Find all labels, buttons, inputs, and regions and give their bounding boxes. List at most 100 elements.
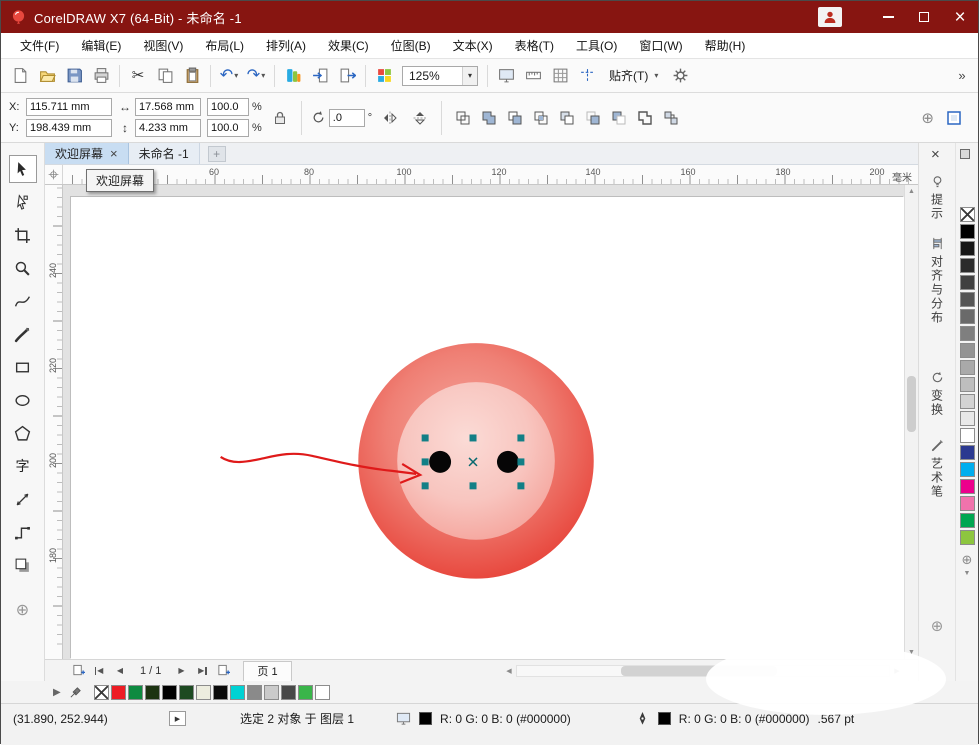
palette-swatch[interactable] bbox=[959, 241, 975, 256]
rotation-angle-input[interactable] bbox=[328, 108, 365, 127]
doc-palette-flyout-icon[interactable]: ▶ bbox=[53, 687, 61, 698]
docker-tab-hints[interactable]: 提示 bbox=[929, 175, 946, 221]
palette-add-color-button[interactable]: ⊕ bbox=[962, 552, 973, 568]
previous-page-button[interactable]: ◀ bbox=[111, 662, 129, 680]
palette-scroll-down-icon[interactable]: ▼ bbox=[964, 570, 971, 577]
outline-pen-icon[interactable] bbox=[635, 711, 650, 726]
artistic-media-tool[interactable] bbox=[9, 320, 37, 348]
horizontal-scrollbar[interactable]: ◀ ▶ bbox=[502, 664, 904, 677]
tab-untitled-1[interactable]: 未命名 -1 bbox=[128, 143, 200, 164]
doc-palette-swatch[interactable] bbox=[110, 684, 126, 700]
quick-customize-button[interactable]: ⊕ bbox=[921, 109, 934, 127]
text-tool[interactable]: 字 bbox=[9, 452, 37, 480]
status-flyout-button[interactable]: ▶ bbox=[169, 711, 186, 726]
paste-button[interactable] bbox=[179, 63, 205, 89]
show-guidelines-button[interactable] bbox=[574, 63, 600, 89]
combine-button[interactable] bbox=[451, 106, 475, 130]
mirror-horizontal-button[interactable] bbox=[378, 106, 402, 130]
palette-swatch[interactable] bbox=[959, 275, 975, 290]
palette-swatch[interactable] bbox=[959, 445, 975, 460]
y-position-input[interactable] bbox=[26, 119, 112, 137]
straight-line-connector-tool[interactable] bbox=[9, 518, 37, 546]
object-width-input[interactable] bbox=[135, 98, 201, 116]
menu-window[interactable]: 窗口(W) bbox=[628, 33, 693, 58]
undo-button[interactable]: ↶ ▾ bbox=[216, 63, 242, 89]
doc-palette-swatch[interactable] bbox=[178, 684, 194, 700]
parallel-dimension-tool[interactable] bbox=[9, 485, 37, 513]
x-position-input[interactable] bbox=[26, 98, 112, 116]
lock-ratio-button[interactable] bbox=[268, 106, 292, 130]
tab-close-icon[interactable]: × bbox=[110, 147, 118, 160]
menu-layout[interactable]: 布局(L) bbox=[194, 33, 255, 58]
tab-welcome-screen[interactable]: 欢迎屏幕 × bbox=[45, 143, 129, 164]
palette-swatch[interactable] bbox=[959, 360, 975, 375]
palette-swatch[interactable] bbox=[959, 496, 975, 511]
ellipse-tool[interactable] bbox=[9, 386, 37, 414]
doc-palette-swatch[interactable] bbox=[297, 684, 313, 700]
mirror-vertical-button[interactable] bbox=[408, 106, 432, 130]
menu-tools[interactable]: 工具(O) bbox=[565, 33, 628, 58]
group-button[interactable] bbox=[659, 106, 683, 130]
horizontal-scrollbar-thumb[interactable] bbox=[621, 665, 778, 676]
doc-palette-swatch[interactable] bbox=[229, 684, 245, 700]
palette-swatch[interactable] bbox=[959, 394, 975, 409]
show-rulers-button[interactable] bbox=[520, 63, 546, 89]
weld-button[interactable] bbox=[477, 106, 501, 130]
import-button[interactable] bbox=[307, 63, 333, 89]
polygon-tool[interactable] bbox=[9, 419, 37, 447]
horizontal-ruler[interactable]: 60 80 100 120 140 160 180 200 毫米 bbox=[63, 165, 918, 184]
palette-swatch[interactable] bbox=[959, 258, 975, 273]
drop-shadow-tool[interactable] bbox=[9, 551, 37, 579]
shape-tool[interactable] bbox=[9, 188, 37, 216]
palette-swatch[interactable] bbox=[959, 326, 975, 341]
maximize-button[interactable] bbox=[906, 1, 942, 33]
first-page-button[interactable]: ◀ bbox=[90, 662, 108, 680]
canvas-area[interactable] bbox=[63, 185, 904, 659]
doc-palette-swatch[interactable] bbox=[280, 684, 296, 700]
back-minus-front-button[interactable] bbox=[607, 106, 631, 130]
scroll-right-icon[interactable]: ▶ bbox=[890, 667, 904, 675]
page-1-tab[interactable]: 页 1 bbox=[243, 660, 292, 681]
palette-swatch[interactable] bbox=[959, 377, 975, 392]
doc-palette-swatch[interactable] bbox=[144, 684, 160, 700]
vertical-scrollbar-thumb[interactable] bbox=[907, 376, 916, 432]
application-launcher-button[interactable] bbox=[371, 63, 397, 89]
doc-palette-swatch[interactable] bbox=[195, 684, 211, 700]
doc-palette-swatch[interactable] bbox=[246, 684, 262, 700]
add-page-button-end[interactable] bbox=[214, 662, 232, 680]
palette-swatch[interactable] bbox=[959, 530, 975, 545]
search-content-button[interactable] bbox=[280, 63, 306, 89]
button-inner-circle[interactable] bbox=[397, 382, 555, 540]
scale-height-input[interactable] bbox=[207, 119, 249, 137]
close-docker-icon[interactable]: × bbox=[931, 147, 940, 162]
docker-tab-artistic-media[interactable]: 艺术笔 bbox=[929, 439, 946, 499]
intersect-button[interactable] bbox=[529, 106, 553, 130]
vertical-ruler[interactable]: 240 220 200 180 bbox=[45, 185, 63, 659]
redo-button[interactable]: ↷ ▾ bbox=[243, 63, 269, 89]
docker-tab-align-distribute[interactable]: 对齐与分布 bbox=[929, 237, 946, 325]
button-hole-right[interactable] bbox=[496, 450, 519, 473]
print-button[interactable] bbox=[88, 63, 114, 89]
palette-swatch[interactable] bbox=[959, 462, 975, 477]
doc-palette-swatch[interactable] bbox=[127, 684, 143, 700]
scroll-down-icon[interactable]: ▼ bbox=[908, 649, 915, 656]
crop-tool[interactable] bbox=[9, 221, 37, 249]
menu-bitmaps[interactable]: 位图(B) bbox=[380, 33, 442, 58]
palette-swatch[interactable] bbox=[959, 309, 975, 324]
palette-swatch[interactable] bbox=[959, 479, 975, 494]
menu-effects[interactable]: 效果(C) bbox=[317, 33, 380, 58]
toolbar-overflow-button[interactable]: » bbox=[952, 64, 972, 88]
menu-file[interactable]: 文件(F) bbox=[9, 33, 70, 58]
menu-table[interactable]: 表格(T) bbox=[504, 33, 565, 58]
account-icon[interactable] bbox=[818, 7, 842, 27]
new-document-tab-button[interactable]: + bbox=[207, 145, 226, 162]
minimize-button[interactable] bbox=[870, 1, 906, 33]
last-page-button[interactable]: ▶ bbox=[193, 662, 211, 680]
menu-text[interactable]: 文本(X) bbox=[442, 33, 504, 58]
freehand-tool[interactable] bbox=[9, 287, 37, 315]
ruler-origin-button[interactable] bbox=[45, 165, 63, 184]
export-button[interactable] bbox=[334, 63, 360, 89]
docker-tab-transform[interactable]: 变换 bbox=[929, 371, 946, 417]
object-height-input[interactable] bbox=[135, 119, 201, 137]
options-button[interactable] bbox=[667, 63, 693, 89]
